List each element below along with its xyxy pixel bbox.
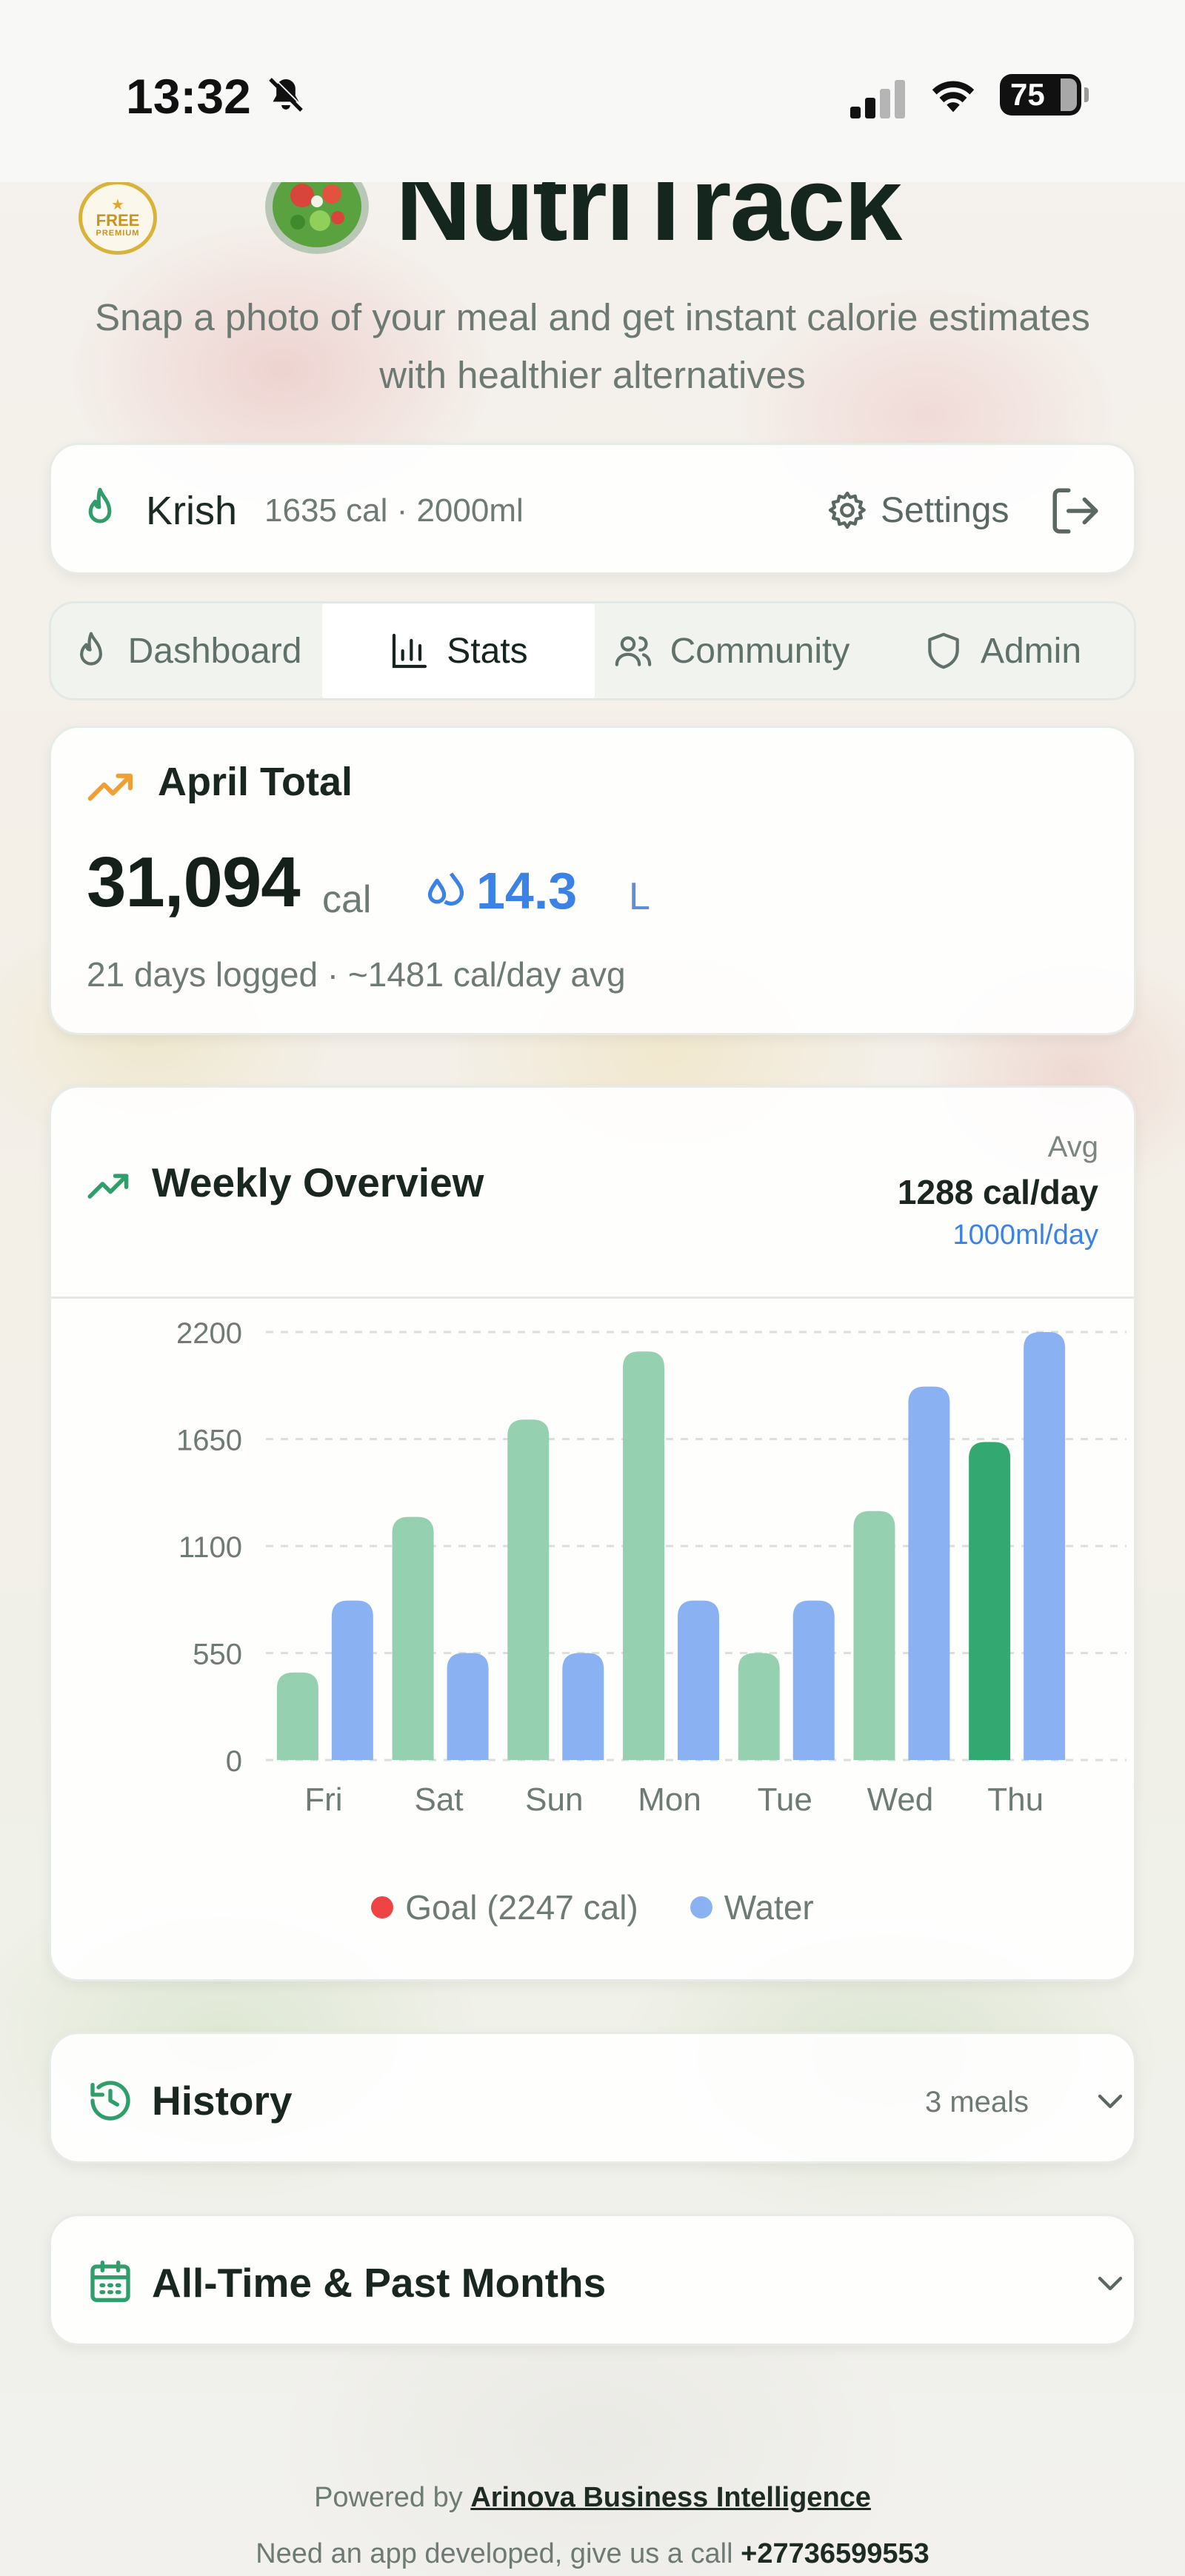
y-tick-label: 550 [193, 1639, 242, 1671]
avg-label: Avg [1047, 1131, 1098, 1163]
chevron-down-icon[interactable] [1092, 2265, 1128, 2301]
star-icon: ★ [111, 197, 124, 213]
calorie-bar [738, 1653, 780, 1760]
app-tagline: Snap a photo of your meal and get instan… [95, 296, 1090, 396]
weekly-overview-title: Weekly Overview [152, 1160, 484, 1205]
flame-icon [79, 632, 102, 666]
calorie-bar [507, 1419, 550, 1760]
y-tick-label: 1650 [176, 1425, 242, 1457]
legend-goal-label: Goal (2247 cal) [405, 1888, 638, 1927]
avg-water: 1000ml/day [952, 1220, 1098, 1251]
legend-water-label: Water [724, 1888, 814, 1927]
calorie-bar [853, 1511, 895, 1760]
footer-powered-by: Powered by Arinova Business Intelligence [0, 2482, 1185, 2514]
legend-water: Water [690, 1887, 814, 1927]
chart-legend: Goal (2247 cal) Water [51, 1887, 1134, 1927]
month-summary: 21 days logged · ~1481 cal/day avg [87, 955, 626, 994]
tab-stats[interactable]: Stats [322, 603, 595, 698]
water-bar [792, 1600, 835, 1760]
free-premium-badge[interactable]: ★ FREE PREMIUM [79, 181, 157, 255]
month-total-title: April Total [158, 760, 353, 804]
gear-icon [828, 491, 866, 529]
arinova-link[interactable]: Arinova Business Intelligence [470, 2482, 871, 2513]
wifi-icon [932, 81, 975, 113]
x-tick-label: Fri [304, 1782, 342, 1818]
water-bar [908, 1386, 950, 1760]
tab-dashboard-label: Dashboard [127, 631, 302, 671]
weekly-overview-card: Weekly Overview Avg 1288 cal/day 1000ml/… [49, 1085, 1136, 1981]
badge-premium-text: PREMIUM [96, 229, 140, 238]
month-calories-unit: cal [322, 878, 372, 921]
month-total-card: April Total 31,094 cal 14.3 L 21 days lo… [49, 726, 1136, 1035]
x-tick-label: Sat [415, 1782, 464, 1818]
month-calories: 31,094 [87, 843, 301, 922]
shield-icon [928, 632, 959, 669]
month-water-unit: L [629, 875, 650, 918]
tab-community[interactable]: Community [595, 603, 867, 698]
badge-free-text: FREE [96, 211, 140, 230]
weekly-bar-chart: 0 550 1100 1650 2200 Fri Sat Sun Mon Tue Wed Thu [176, 1317, 1126, 1818]
y-tick-label: 0 [226, 1745, 242, 1778]
calorie-bar [276, 1672, 318, 1760]
water-bar [447, 1653, 489, 1760]
settings-button[interactable]: Settings [826, 481, 1009, 540]
history-meal-count: 3 meals [925, 2086, 1029, 2118]
tab-dashboard[interactable]: Dashboard [51, 603, 321, 698]
month-water: 14.3 [476, 862, 578, 920]
calorie-bar [969, 1442, 1011, 1760]
water-drops-icon [427, 872, 464, 906]
calendar-icon [90, 2261, 130, 2302]
battery-level: 75 [1010, 77, 1045, 112]
legend-water-swatch [690, 1896, 712, 1918]
user-goals: 1635 cal · 2000ml [264, 492, 524, 529]
calorie-bar [623, 1351, 664, 1760]
all-time-title: All-Time & Past Months [152, 2260, 607, 2306]
battery-icon: 75 [1000, 74, 1089, 116]
user-name: Krish [146, 489, 238, 533]
bell-off-icon [269, 76, 304, 112]
user-bar: Krish 1635 cal · 2000ml Settings [49, 443, 1136, 575]
powered-by-prefix: Powered by [314, 2482, 463, 2513]
x-tick-label: Tue [758, 1782, 812, 1818]
bar-chart-icon [393, 633, 427, 669]
trending-up-icon [87, 773, 133, 801]
calorie-bar [392, 1516, 434, 1760]
history-title: History [152, 2078, 293, 2124]
signal-icon [850, 80, 905, 118]
settings-label: Settings [881, 490, 1009, 530]
tab-stats-label: Stats [447, 631, 528, 671]
footer-contact: Need an app developed, give us a call +2… [0, 2538, 1185, 2570]
water-bar [562, 1653, 604, 1760]
history-icon [90, 2081, 130, 2121]
all-time-section[interactable]: All-Time & Past Months [49, 2214, 1136, 2346]
x-tick-label: Sun [525, 1782, 583, 1818]
legend-goal: Goal (2247 cal) [371, 1887, 638, 1927]
x-tick-label: Wed [867, 1782, 934, 1818]
water-bar [331, 1600, 373, 1760]
divider [51, 1297, 1134, 1299]
status-bar: 13:32 75 [0, 0, 1185, 182]
trending-up-icon [87, 1174, 129, 1199]
x-tick-label: Mon [638, 1782, 701, 1818]
users-icon [615, 636, 651, 666]
tab-admin-label: Admin [980, 631, 1082, 671]
contact-prefix: Need an app developed, give us a call [256, 2538, 733, 2569]
chevron-down-icon[interactable] [1092, 2083, 1128, 2118]
y-tick-label: 1100 [178, 1531, 242, 1564]
avg-calories: 1288 cal/day [897, 1173, 1098, 1211]
x-tick-label: Thu [987, 1782, 1044, 1818]
tab-community-label: Community [670, 631, 850, 671]
history-section[interactable]: History 3 meals [49, 2032, 1136, 2164]
legend-goal-swatch [371, 1896, 394, 1918]
water-bar [678, 1600, 719, 1760]
y-tick-label: 2200 [176, 1317, 242, 1350]
logout-icon[interactable] [1048, 484, 1103, 538]
tab-admin[interactable]: Admin [866, 603, 1138, 698]
status-time: 13:32 [126, 69, 251, 124]
flame-icon [88, 487, 112, 523]
water-bar [1024, 1332, 1066, 1760]
contact-phone[interactable]: +27736599553 [741, 2538, 929, 2569]
main-tabs: Dashboard Stats Community Admin [49, 601, 1136, 700]
